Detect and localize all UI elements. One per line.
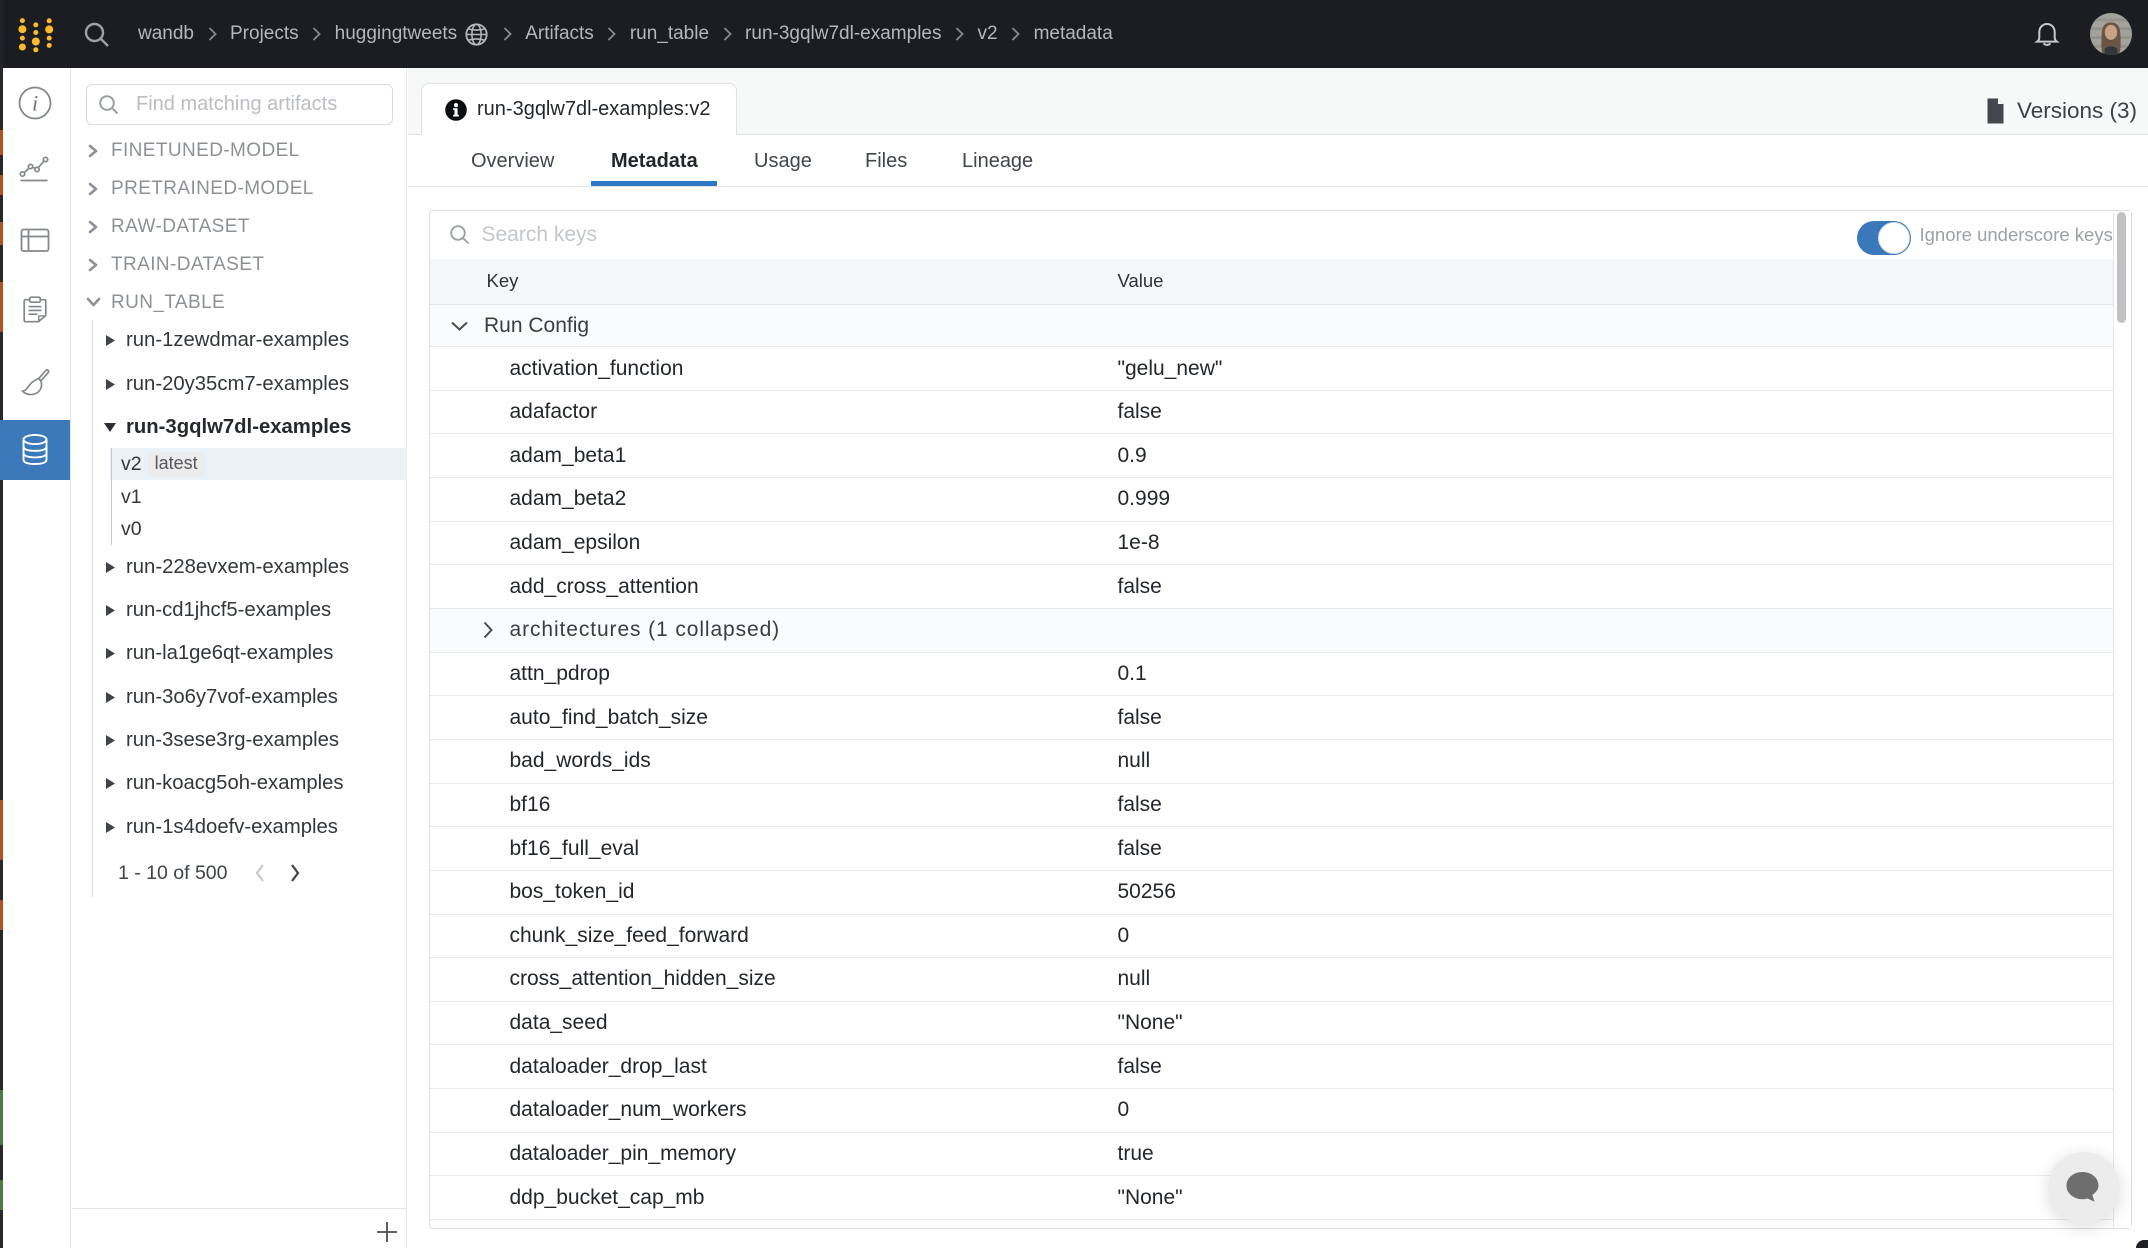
svg-text:i: i bbox=[32, 91, 38, 116]
